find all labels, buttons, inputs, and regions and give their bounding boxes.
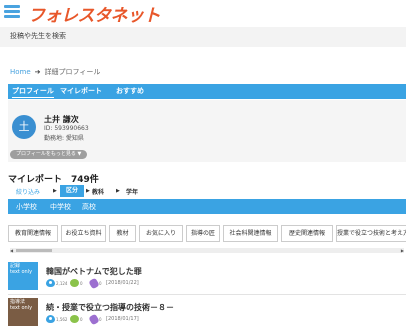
breadcrumb-arrow-icon: ➔ bbox=[34, 68, 41, 76]
clip-count: 0 bbox=[99, 281, 102, 286]
divider bbox=[8, 294, 406, 295]
category-tags: 教育関連情報 お役立ち資料 教材 お気に入り 指導の匠 社会科関連情報 歴史関連… bbox=[8, 225, 406, 242]
profile-more-button[interactable]: プロフィールをもっと見る ▼ bbox=[10, 150, 88, 159]
list-item[interactable]: 指導法 text only 続・授業で役立つ指導の技術－８－ 1,562 0 0… bbox=[8, 298, 406, 328]
arrow-right-icon: ▶ bbox=[53, 188, 57, 194]
post-title[interactable]: 続・授業で役立つ指導の技術－８－ bbox=[46, 302, 174, 313]
post-thumbnail[interactable]: 記録 text only bbox=[8, 262, 38, 290]
tag-item[interactable]: 教育関連情報 bbox=[8, 225, 58, 242]
profile-workplace: 勤務地: 愛知県 bbox=[44, 135, 84, 142]
post-date: [2018/01/22] bbox=[106, 280, 139, 286]
tab-profile[interactable]: プロフィール bbox=[12, 86, 54, 98]
scroll-thumb[interactable] bbox=[16, 249, 52, 252]
breadcrumb-home[interactable]: Home bbox=[10, 68, 31, 76]
search-input[interactable]: 投稿や先生を検索 bbox=[10, 31, 66, 41]
thumbnail-type: text only bbox=[10, 269, 33, 275]
tag-item[interactable]: 教材 bbox=[109, 225, 136, 242]
breadcrumb: Home ➔ 詳細プロフィール bbox=[10, 67, 100, 77]
arrow-right-icon: ▶ bbox=[86, 188, 90, 194]
like-count: 0 bbox=[80, 317, 83, 322]
scroll-right-icon[interactable]: ▶ bbox=[401, 248, 404, 253]
scroll-left-icon[interactable]: ◀ bbox=[10, 248, 13, 253]
smile-icon bbox=[70, 315, 79, 323]
post-title[interactable]: 韓国がベトナムで犯した罪 bbox=[46, 266, 142, 277]
menu-icon[interactable] bbox=[4, 5, 20, 18]
tag-item[interactable]: お役立ち資料 bbox=[61, 225, 106, 242]
tag-item[interactable]: 指導の匠 bbox=[186, 225, 220, 242]
filter-row: 絞り込み ▶ 区分 ▶ 教科 ▶ 学年 bbox=[8, 185, 406, 197]
tab-myreport[interactable]: マイレポート bbox=[60, 86, 102, 96]
search-bar[interactable]: 投稿や先生を検索 bbox=[0, 27, 406, 47]
like-count: 0 bbox=[80, 281, 83, 286]
filter-gakunen-button[interactable]: 学年 bbox=[126, 187, 138, 196]
profile-card: 土 土井 謙次 ID: 593990663 勤務地: 愛知県 プロフィールをもっ… bbox=[8, 100, 406, 162]
post-thumbnail[interactable]: 指導法 text only bbox=[8, 298, 38, 326]
tag-item[interactable]: 社会科関連情報 bbox=[223, 225, 278, 242]
filter-label: 絞り込み bbox=[16, 189, 41, 196]
eye-icon bbox=[46, 279, 55, 287]
paperclip-icon bbox=[88, 277, 100, 290]
tag-item[interactable]: 歴史関連情報 bbox=[281, 225, 333, 242]
filter-kyoka-button[interactable]: 教科 bbox=[92, 187, 104, 196]
site-logo[interactable]: フォレスタネット bbox=[28, 1, 161, 26]
breadcrumb-current: 詳細プロフィール bbox=[44, 68, 101, 76]
tag-item[interactable]: 授業で役立つ技術と考え方 bbox=[336, 225, 406, 242]
view-count: 2,124 bbox=[56, 281, 68, 286]
tab-recommend[interactable]: おすすめ bbox=[116, 86, 144, 96]
filter-kubun-button[interactable]: 区分 bbox=[60, 185, 84, 197]
profile-tabs: プロフィール マイレポート おすすめ bbox=[8, 84, 406, 99]
site-header: フォレスタネット bbox=[0, 0, 406, 26]
tag-item[interactable]: お気に入り bbox=[139, 225, 183, 242]
school-filter-bar: 小学校 中学校 高校 bbox=[8, 199, 406, 214]
clip-count: 0 bbox=[99, 317, 102, 322]
view-count: 1,562 bbox=[56, 317, 68, 322]
school-elementary[interactable]: 小学校 bbox=[16, 202, 37, 212]
tags-scrollbar[interactable]: ◀ ▶ bbox=[10, 248, 404, 253]
myreport-heading: マイレポート 749件 bbox=[8, 175, 99, 185]
list-item[interactable]: 記録 text only 韓国がベトナムで犯した罪 2,124 0 0 [201… bbox=[8, 262, 406, 292]
smile-icon bbox=[70, 279, 79, 287]
avatar: 土 bbox=[12, 115, 36, 139]
thumbnail-type: text only bbox=[10, 305, 33, 311]
profile-name: 土井 謙次 bbox=[44, 115, 79, 124]
school-high[interactable]: 高校 bbox=[82, 202, 96, 212]
eye-icon bbox=[46, 315, 55, 323]
paperclip-icon bbox=[88, 313, 100, 326]
school-junior-high[interactable]: 中学校 bbox=[50, 202, 71, 212]
post-date: [2018/01/17] bbox=[106, 316, 139, 322]
arrow-right-icon: ▶ bbox=[116, 188, 120, 194]
profile-id: ID: 593990663 bbox=[44, 125, 89, 132]
